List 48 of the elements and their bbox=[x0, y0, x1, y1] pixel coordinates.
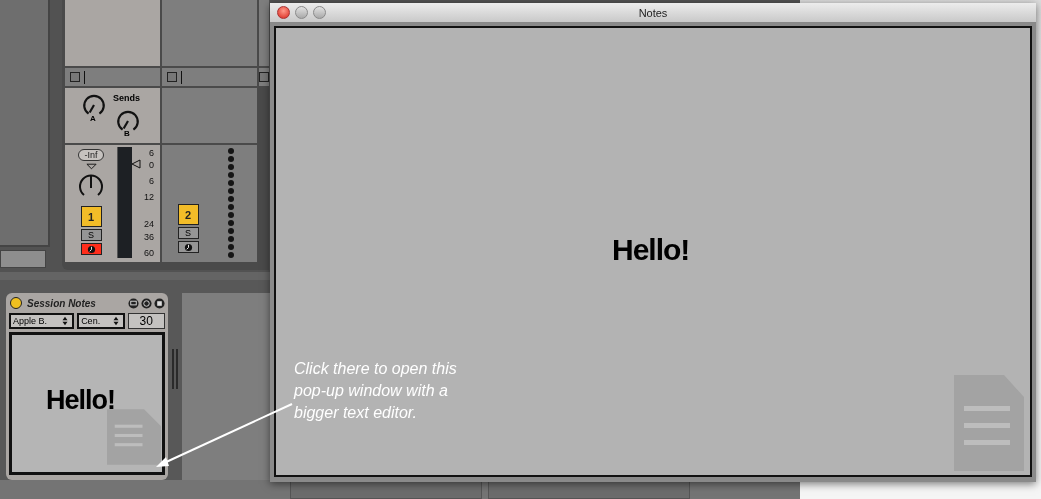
triangle-icon bbox=[85, 163, 97, 170]
font-dropdown[interactable]: Apple B. bbox=[9, 313, 75, 329]
scale-label: 60 bbox=[144, 248, 154, 258]
scale-label: 6 bbox=[149, 148, 154, 158]
arm-button[interactable] bbox=[177, 241, 199, 253]
track-activator-button[interactable]: 1 bbox=[80, 206, 102, 227]
arm-button[interactable] bbox=[80, 243, 102, 255]
send-label: A bbox=[90, 114, 96, 123]
volume-readout[interactable]: -Inf bbox=[78, 149, 104, 161]
device-title: Session Notes bbox=[27, 297, 97, 309]
annotation-text: Click there to open this pop-up window with a bigger text editor. bbox=[294, 359, 458, 423]
close-button[interactable] bbox=[277, 6, 290, 19]
window-title: Notes bbox=[638, 6, 668, 19]
solo-button[interactable]: S bbox=[177, 227, 199, 239]
sends-label: Sends bbox=[113, 93, 140, 103]
size-field[interactable]: 30 bbox=[127, 313, 165, 329]
solo-button[interactable]: S bbox=[80, 229, 102, 241]
scale-label: 24 bbox=[144, 219, 154, 229]
stop-button[interactable] bbox=[167, 72, 177, 82]
track-activator-button[interactable]: 2 bbox=[177, 204, 199, 225]
save-icon[interactable] bbox=[154, 297, 165, 309]
window-icon[interactable] bbox=[128, 297, 139, 309]
note-text: Hello! bbox=[46, 385, 115, 416]
triangle-icon[interactable] bbox=[131, 159, 141, 169]
note-text: Hello! bbox=[612, 233, 690, 267]
stop-button[interactable] bbox=[259, 72, 269, 82]
clip-slot[interactable] bbox=[259, 0, 269, 66]
notes-text-area[interactable]: Hello! bbox=[9, 332, 165, 475]
clip-slot[interactable] bbox=[162, 0, 257, 66]
document-icon bbox=[954, 375, 1024, 471]
splitter-handle[interactable] bbox=[172, 349, 178, 389]
divider-line bbox=[84, 70, 85, 84]
pan-knob[interactable] bbox=[77, 172, 105, 198]
stepper-icon bbox=[61, 316, 70, 326]
align-dropdown[interactable]: Cen. bbox=[77, 313, 125, 329]
minimize-button[interactable] bbox=[295, 6, 308, 19]
zoom-button[interactable] bbox=[313, 6, 326, 19]
clip-slot[interactable] bbox=[65, 0, 160, 66]
stop-button[interactable] bbox=[70, 72, 80, 82]
divider-line bbox=[181, 70, 182, 84]
scale-label: 12 bbox=[144, 192, 154, 202]
stepper-icon bbox=[111, 316, 120, 326]
scale-label: 0 bbox=[149, 160, 154, 170]
text-field[interactable] bbox=[0, 250, 46, 268]
power-icon[interactable] bbox=[10, 297, 22, 309]
scale-label: 6 bbox=[149, 176, 154, 186]
scale-label: 36 bbox=[144, 232, 154, 242]
send-label: B bbox=[124, 129, 130, 138]
